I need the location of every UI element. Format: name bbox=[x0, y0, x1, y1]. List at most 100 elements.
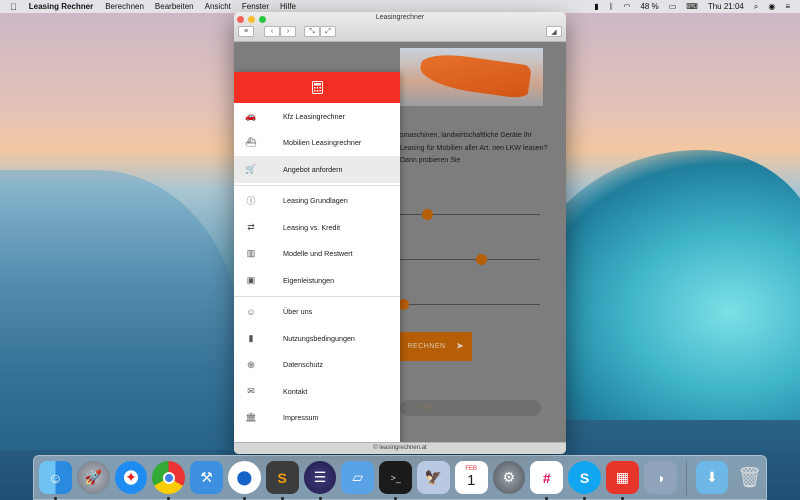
chevron-left-icon: ‹ bbox=[270, 28, 274, 35]
wifi-icon[interactable]: ◠ bbox=[624, 2, 631, 11]
drawer-item-label: Modelle und Restwert bbox=[283, 249, 353, 259]
input-source-icon[interactable]: ⌨ bbox=[686, 2, 698, 11]
notification-center-icon[interactable]: ≡ bbox=[785, 2, 790, 11]
clock[interactable]: Thu 21:04 bbox=[708, 2, 744, 11]
version-text: V 3.0 bbox=[418, 405, 433, 411]
dock-separator bbox=[685, 459, 687, 496]
cart-icon: 🛒 bbox=[245, 163, 257, 174]
drawer-item-über-uns[interactable]: ☺ Über uns bbox=[234, 299, 400, 326]
battery-status-icon[interactable]: ▮ bbox=[594, 2, 598, 11]
sourcetree-icon[interactable]: ⬤ bbox=[227, 461, 261, 500]
drawer-item-label: Leasing Grundlagen bbox=[283, 196, 348, 206]
menu-bearbeiten[interactable]: Bearbeiten bbox=[155, 2, 194, 11]
drawer-item-angebot-anfordern[interactable]: 🛒 Angebot anfordern bbox=[234, 156, 400, 183]
calculator-icon bbox=[311, 81, 323, 94]
dock: ☺ 🚀 ✦ ⚒ ⬤ S ☰ ▱ >_ 🦅 FEB 1 ⚙ # S ▦ ◑ ⬇ 🗑 bbox=[33, 455, 767, 500]
drawer-item-mobilien-leasingrechner[interactable]: ⛴ Mobilien Leasingrechner bbox=[234, 130, 400, 157]
drawer-divider bbox=[234, 295, 400, 297]
calculate-button[interactable]: RECHNEN ➤ bbox=[400, 332, 472, 361]
simulator-icon[interactable]: ▱ bbox=[341, 461, 375, 494]
slider-3[interactable] bbox=[397, 299, 540, 310]
back-button[interactable]: ‹ bbox=[264, 26, 280, 37]
menu-berechnen[interactable]: Berechnen bbox=[105, 2, 144, 11]
share-button[interactable]: ◢ bbox=[546, 26, 562, 37]
drawer-item-label: Nutzungsbedingungen bbox=[283, 333, 355, 343]
drawer-item-kontakt[interactable]: ✉ Kontakt bbox=[234, 378, 400, 405]
slider-2[interactable] bbox=[400, 254, 540, 265]
downloads-icon[interactable]: ⬇ bbox=[695, 461, 729, 494]
drawer-item-label: Kontakt bbox=[283, 386, 308, 396]
launchpad-icon[interactable]: 🚀 bbox=[76, 461, 110, 494]
battery-icon[interactable]: ▭ bbox=[669, 2, 677, 11]
hero-image bbox=[400, 48, 543, 106]
calendar-day: 1 bbox=[466, 472, 476, 489]
app-menu[interactable]: Leasing Rechner bbox=[29, 2, 93, 11]
menu-toggle-button[interactable]: ≡ bbox=[238, 26, 254, 37]
xcode-icon[interactable]: ⚒ bbox=[190, 461, 223, 494]
drawer-item-label: Kfz Leasingrechner bbox=[283, 111, 345, 121]
system-preferences-icon[interactable]: ⚙ bbox=[492, 461, 526, 494]
drawer-item-impressum[interactable]: 🏛 Impressum bbox=[234, 405, 400, 432]
skype-icon[interactable]: S bbox=[568, 461, 601, 500]
drawer-item-modelle-und-restwert[interactable]: ▥ Modelle und Restwert bbox=[234, 241, 400, 268]
spotlight-search-icon[interactable]: ⌕ bbox=[754, 2, 758, 12]
app-window: Leasingrechner ≡ ‹ › ⤡ ⤢ ◢ en smaschinen… bbox=[234, 12, 566, 454]
calculator-app-icon[interactable]: ▦ bbox=[605, 461, 639, 500]
window-footer: © leasingrechnen.at bbox=[234, 442, 566, 454]
version-badge: V 3.0 bbox=[400, 400, 541, 416]
window-title: Leasingrechner bbox=[375, 14, 425, 21]
drawer-header bbox=[234, 72, 400, 103]
slider-1-knob[interactable] bbox=[421, 209, 433, 220]
slack-icon[interactable]: # bbox=[530, 461, 564, 500]
bar-chart-icon: ▥ bbox=[246, 248, 256, 259]
expand-icon: ⤢ bbox=[325, 27, 331, 35]
drawer-item-nutzungsbedingungen[interactable]: ▮ Nutzungsbedingungen bbox=[234, 325, 400, 352]
forward-button[interactable]: › bbox=[280, 26, 296, 37]
send-icon: ➤ bbox=[455, 341, 465, 352]
hamburger-icon: ≡ bbox=[243, 28, 249, 35]
drawer-item-leasing-grundlagen[interactable]: ⓘ Leasing Grundlagen bbox=[234, 188, 400, 215]
mail-icon: ✉ bbox=[247, 385, 255, 396]
drawer-item-datenschutz[interactable]: ֍ Datenschutz bbox=[234, 352, 400, 379]
menu-ansicht[interactable]: Ansicht bbox=[205, 2, 231, 11]
slider-2-knob[interactable] bbox=[476, 254, 488, 265]
safari-icon[interactable]: ✦ bbox=[114, 461, 148, 494]
bluetooth-icon[interactable]: ᛒ bbox=[609, 2, 614, 11]
shrink-button[interactable]: ⤡ bbox=[304, 26, 320, 37]
battery-percent[interactable]: 48 % bbox=[640, 2, 658, 11]
calculate-label: RECHNEN bbox=[407, 343, 446, 350]
drawer-item-eigenleistungen[interactable]: ▣ Eigenleistungen bbox=[234, 267, 400, 294]
menu-hilfe[interactable]: Hilfe bbox=[280, 2, 296, 11]
chrome-icon[interactable] bbox=[152, 461, 186, 500]
title-bar[interactable]: Leasingrechner ≡ ‹ › ⤡ ⤢ ◢ bbox=[234, 12, 566, 42]
eclipse-icon[interactable]: ☰ bbox=[303, 461, 337, 500]
sublime-icon[interactable]: S bbox=[265, 461, 299, 500]
desktop-wave-left bbox=[0, 170, 240, 450]
drawer-item-label: Über uns bbox=[283, 307, 313, 317]
calendar-icon[interactable]: FEB 1 bbox=[454, 461, 488, 494]
drawer-item-label: Impressum bbox=[283, 413, 319, 423]
expand-button[interactable]: ⤢ bbox=[320, 26, 336, 37]
collapse-icon: ⤡ bbox=[309, 27, 315, 35]
apple-menu-icon[interactable]:  bbox=[10, 2, 17, 12]
drawer-item-leasing-vs-kredit[interactable]: ⇄ Leasing vs. Kredit bbox=[234, 214, 400, 241]
drawer-item-kfz-leasingrechner[interactable]: 🚗 Kfz Leasingrechner bbox=[234, 103, 400, 130]
menu-fenster[interactable]: Fenster bbox=[242, 2, 269, 11]
drawer-list: 🚗 Kfz Leasingrechner ⛴ Mobilien Leasingrech… bbox=[234, 103, 400, 431]
drawer-item-label: Eigenleistungen bbox=[283, 275, 335, 285]
book-icon: ▮ bbox=[248, 332, 254, 343]
info-icon: ⓘ bbox=[246, 196, 256, 207]
chevron-right-icon: › bbox=[286, 28, 290, 35]
user-icon[interactable]: ◉ bbox=[768, 2, 775, 11]
finder-icon[interactable]: ☺ bbox=[39, 461, 72, 500]
fingerprint-icon: ֍ bbox=[247, 360, 255, 371]
terminal-icon[interactable]: >_ bbox=[379, 461, 412, 500]
bank-icon: 🏛 bbox=[245, 412, 257, 423]
photos-icon[interactable]: ◑ bbox=[643, 461, 677, 494]
trash-icon[interactable]: 🗑 bbox=[733, 461, 766, 494]
drawer-item-label: Mobilien Leasingrechner bbox=[283, 138, 362, 148]
main-content: en smaschinen, landwirtschaftliche Gerät… bbox=[234, 42, 566, 454]
slider-1[interactable] bbox=[400, 209, 540, 220]
boat-icon: ⛴ bbox=[245, 137, 257, 148]
preview-icon[interactable]: 🦅 bbox=[416, 461, 450, 494]
